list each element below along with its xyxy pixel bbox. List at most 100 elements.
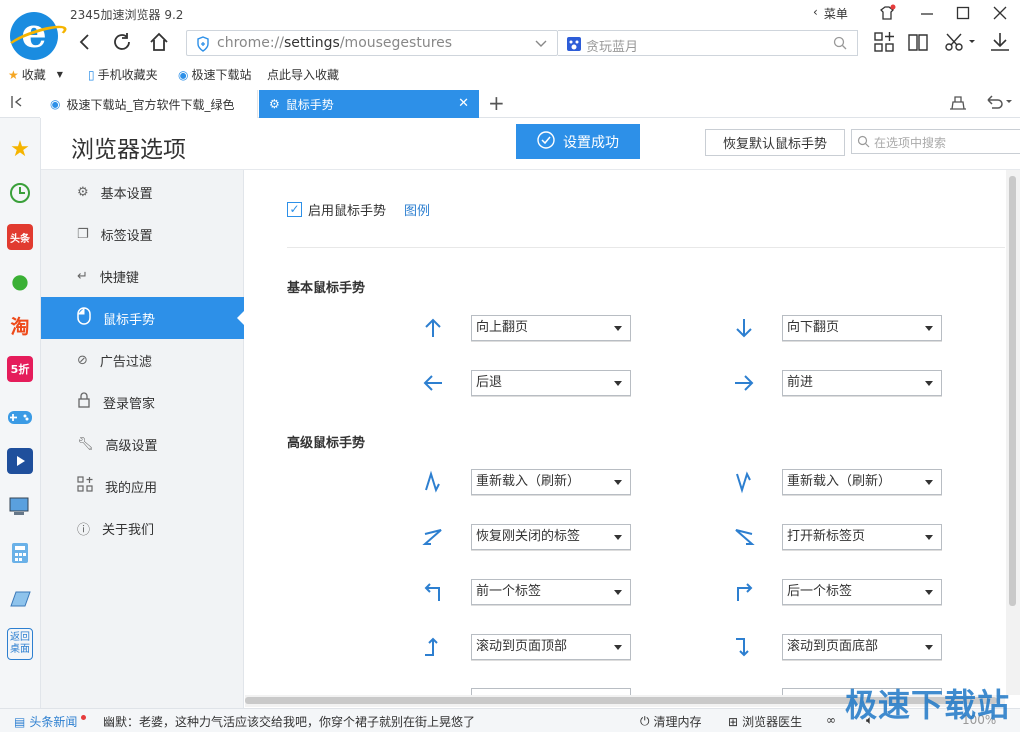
menu-item-my-apps[interactable]: 我的应用 bbox=[41, 465, 244, 507]
tab-jisu[interactable]: ◉ 极速下载站_官方软件下载_绿色 bbox=[40, 90, 258, 118]
options-search-input[interactable]: 在选项中搜索 bbox=[851, 129, 1020, 154]
browser-doctor-button[interactable]: ⊞ 浏览器医生 bbox=[728, 713, 802, 730]
bookmarks-bar: ★ 收藏 ▼ ▯ 手机收藏夹 ◉ 极速下载站 点此导入收藏 bbox=[0, 64, 1020, 88]
mask-icon[interactable]: ∞ bbox=[826, 713, 836, 727]
left-sidebar: ★ 头条 ● 淘 5折 返回桌面 bbox=[0, 118, 41, 708]
menu-item-advanced[interactable]: 🔧︎ 高级设置 bbox=[41, 423, 244, 465]
computer-icon[interactable] bbox=[7, 494, 33, 520]
search-input[interactable]: 贪玩蓝月 bbox=[586, 36, 638, 55]
gesture-select-reload-1[interactable]: 重新载入（刷新） bbox=[471, 469, 631, 495]
shortcut-icon: ↵ bbox=[77, 268, 88, 284]
favorites-menu[interactable]: ★ 收藏 ▼ bbox=[8, 66, 63, 83]
legend-link[interactable]: 图例 bbox=[404, 200, 430, 219]
news-button[interactable]: ▤ 头条新闻 bbox=[14, 713, 87, 730]
gesture-select-new-tab[interactable]: 打开新标签页 bbox=[782, 524, 942, 550]
right-left-gesture-icon bbox=[422, 529, 442, 545]
skin-icon[interactable] bbox=[878, 4, 896, 22]
discount-icon[interactable]: 5折 bbox=[7, 356, 33, 382]
enable-gestures-label: 启用鼠标手势 bbox=[308, 204, 387, 219]
check-circle-icon bbox=[537, 130, 555, 153]
divider bbox=[287, 247, 1005, 248]
shield-icon bbox=[196, 36, 210, 56]
desktop-icon[interactable]: 返回桌面 bbox=[7, 628, 33, 660]
wrench-icon: 🔧︎ bbox=[77, 436, 94, 452]
home-button[interactable] bbox=[147, 30, 171, 54]
game-icon[interactable] bbox=[7, 404, 33, 430]
bookmark-import[interactable]: 点此导入收藏 bbox=[267, 66, 339, 83]
gesture-select-prev-tab[interactable]: 前一个标签 bbox=[471, 579, 631, 605]
gesture-select-right[interactable]: 前进 bbox=[782, 370, 942, 396]
collapse-sidebar-icon[interactable] bbox=[10, 94, 26, 114]
menu-item-ad-filter[interactable]: ⊘ 广告过滤 bbox=[41, 339, 244, 381]
settings-header: 浏览器选项 设置成功 恢复默认鼠标手势 在选项中搜索 bbox=[41, 118, 1020, 170]
menu-item-tabs[interactable]: ❐ 标签设置 bbox=[41, 213, 244, 255]
bookmark-mobile[interactable]: ▯ 手机收藏夹 bbox=[88, 66, 158, 83]
vertical-scroll-thumb[interactable] bbox=[1009, 176, 1016, 606]
up-right-gesture-icon bbox=[737, 583, 753, 601]
search-icon[interactable] bbox=[833, 36, 847, 54]
back-button[interactable] bbox=[73, 30, 97, 54]
close-tab-icon[interactable]: ✕ bbox=[458, 96, 469, 111]
gesture-select-down[interactable]: 向下翻页 bbox=[782, 315, 942, 341]
up-left-gesture-icon bbox=[424, 583, 440, 601]
gesture-select-next-tab[interactable]: 后一个标签 bbox=[782, 579, 942, 605]
address-bar[interactable]: chrome://settings/mousegestures bbox=[186, 30, 558, 56]
gesture-select-up[interactable]: 向上翻页 bbox=[471, 315, 631, 341]
tab-mouse-gestures[interactable]: ⚙ 鼠标手势 ✕ bbox=[259, 90, 479, 118]
reader-icon[interactable] bbox=[906, 30, 930, 54]
menu-item-login-manager[interactable]: 登录管家 bbox=[41, 381, 244, 423]
doctor-icon: ⊞ bbox=[728, 714, 739, 729]
menu-item-shortcuts[interactable]: ↵ 快捷键 bbox=[41, 255, 244, 297]
power-icon: ⏻ bbox=[640, 714, 650, 728]
taobao-icon[interactable]: 淘 bbox=[7, 312, 33, 338]
toutiao-icon[interactable]: 头条 bbox=[7, 224, 33, 250]
menu-button[interactable]: ‹ 菜单 bbox=[813, 5, 848, 22]
cleaner-icon[interactable] bbox=[948, 93, 968, 115]
undo-icon[interactable] bbox=[984, 93, 1014, 115]
notepad-icon[interactable] bbox=[7, 586, 33, 612]
right-up-gesture-icon bbox=[425, 637, 438, 656]
wechat-icon[interactable]: ● bbox=[7, 268, 33, 294]
restore-default-gestures-button[interactable]: 恢复默认鼠标手势 bbox=[705, 129, 845, 156]
browser-logo: e bbox=[10, 12, 58, 60]
block-icon: ⊘ bbox=[77, 352, 88, 368]
clean-memory-button[interactable]: ⏻ 清理内存 bbox=[640, 713, 702, 730]
news-ticker[interactable]: 幽默：老婆，这种力气活应该交给我吧，你穿个裙子就别在街上晃悠了 bbox=[103, 713, 475, 730]
close-window-button[interactable] bbox=[993, 4, 1007, 22]
gesture-select-left[interactable]: 后退 bbox=[471, 370, 631, 396]
site-icon: ◉ bbox=[178, 67, 189, 82]
scissors-icon[interactable] bbox=[942, 30, 976, 54]
phone-icon: ▯ bbox=[88, 67, 95, 82]
down-arrow-icon bbox=[736, 319, 752, 338]
success-toast: 设置成功 bbox=[516, 124, 640, 159]
baidu-paw-icon[interactable] bbox=[566, 36, 582, 56]
calculator-icon[interactable] bbox=[7, 540, 33, 566]
up-arrow-icon bbox=[425, 318, 441, 337]
minimize-button[interactable] bbox=[920, 4, 934, 22]
gesture-select-scroll-bottom[interactable]: 滚动到页面底部 bbox=[782, 634, 942, 660]
lock-icon bbox=[77, 392, 91, 412]
gesture-select-reload-2[interactable]: 重新载入（刷新） bbox=[782, 469, 942, 495]
chevron-down-icon[interactable] bbox=[535, 36, 547, 54]
gesture-settings-panel: ✓ 启用鼠标手势 图例 基本鼠标手势 高级鼠标手势 向上翻页 向下翻页 后退 前… bbox=[245, 170, 1005, 695]
download-icon[interactable] bbox=[988, 30, 1012, 54]
right-down-gesture-icon bbox=[736, 638, 749, 657]
bookmark-jisu[interactable]: ◉ 极速下载站 bbox=[178, 66, 252, 83]
gesture-select-reopen-tab[interactable]: 恢复刚关闭的标签 bbox=[471, 524, 631, 550]
chevron-left-icon: ‹ bbox=[813, 5, 818, 19]
star-icon[interactable]: ★ bbox=[7, 136, 33, 162]
apps-grid-icon[interactable] bbox=[872, 30, 896, 54]
refresh-button[interactable] bbox=[110, 30, 134, 54]
menu-item-mouse-gestures[interactable]: 鼠标手势 bbox=[41, 297, 245, 339]
new-tab-button[interactable]: + bbox=[488, 91, 505, 115]
video-icon[interactable] bbox=[7, 448, 33, 474]
clock-icon[interactable] bbox=[7, 180, 33, 206]
gesture-select-scroll-top[interactable]: 滚动到页面顶部 bbox=[471, 634, 631, 660]
gesture-select-partial[interactable] bbox=[471, 688, 631, 695]
menu-item-about[interactable]: ⓘ 关于我们 bbox=[41, 507, 244, 549]
menu-item-basic[interactable]: ⚙ 基本设置 bbox=[41, 171, 244, 213]
enable-gestures-checkbox[interactable]: ✓ bbox=[287, 202, 302, 217]
maximize-button[interactable] bbox=[956, 4, 970, 22]
search-box[interactable]: 贪玩蓝月 bbox=[558, 30, 858, 56]
right-arrow-icon bbox=[735, 375, 754, 391]
